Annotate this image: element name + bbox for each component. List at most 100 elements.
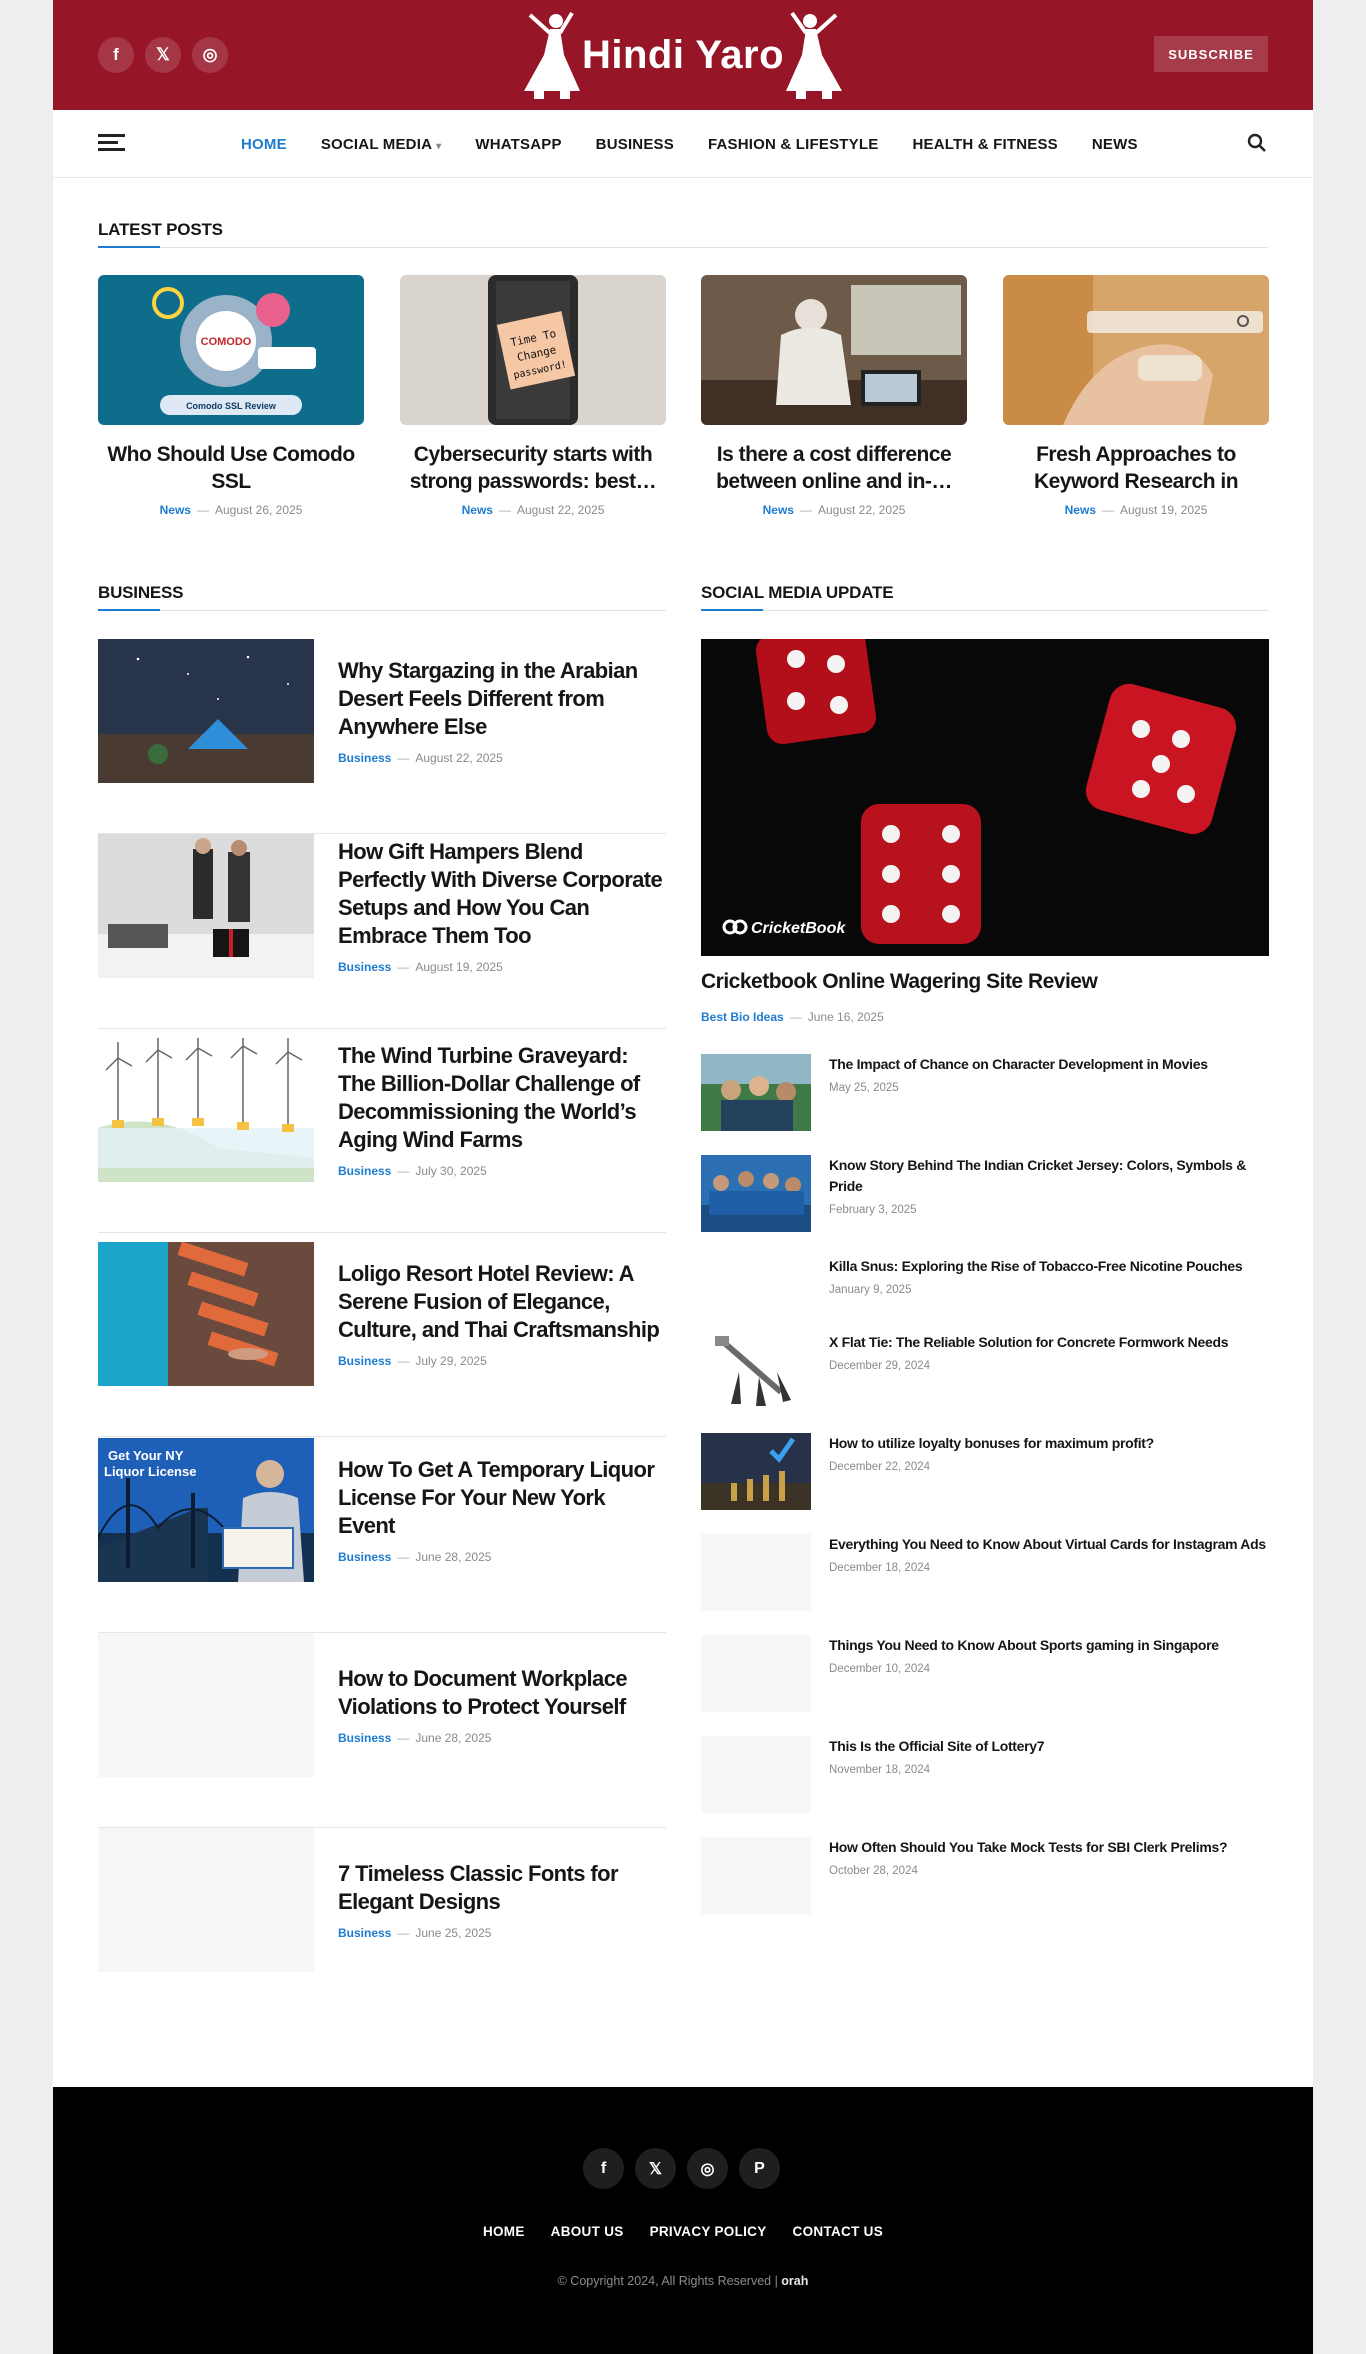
- post-title[interactable]: Loligo Resort Hotel Review: A Serene Fus…: [338, 1260, 666, 1344]
- site-footer: f 𝕏 ◎ P HOME ABOUT US PRIVACY POLICY CON…: [53, 2087, 1313, 2354]
- pinterest-icon[interactable]: P: [739, 2148, 780, 2189]
- subscribe-button[interactable]: SUBSCRIBE: [1154, 36, 1268, 72]
- post-title[interactable]: X Flat Tie: The Reliable Solution for Co…: [829, 1332, 1269, 1353]
- post-category[interactable]: Business: [338, 1164, 391, 1178]
- post-title[interactable]: How Often Should You Take Mock Tests for…: [829, 1837, 1269, 1858]
- post-title[interactable]: The Wind Turbine Graveyard: The Billion-…: [338, 1042, 666, 1154]
- post-thumbnail[interactable]: [701, 1736, 811, 1813]
- post-thumbnail[interactable]: [98, 1242, 314, 1386]
- post-title[interactable]: Everything You Need to Know About Virtua…: [829, 1534, 1269, 1555]
- post-thumbnail[interactable]: [98, 834, 314, 978]
- footer-link-privacy[interactable]: PRIVACY POLICY: [650, 2224, 767, 2239]
- post-thumbnail[interactable]: Get Your NY Liquor License: [98, 1438, 314, 1582]
- latest-post-card[interactable]: Is there a cost difference between onlin…: [701, 275, 967, 517]
- post-thumbnail[interactable]: [701, 1433, 811, 1510]
- x-icon[interactable]: 𝕏: [145, 37, 181, 73]
- post-category[interactable]: News: [160, 503, 191, 517]
- post-title[interactable]: Is there a cost difference between onlin…: [701, 441, 967, 495]
- business-post[interactable]: How Gift Hampers Blend Perfectly With Di…: [98, 834, 666, 1029]
- post-title[interactable]: Fresh Approaches to Keyword Research in …: [1003, 441, 1269, 495]
- post-title[interactable]: Killa Snus: Exploring the Rise of Tobacc…: [829, 1256, 1269, 1277]
- post-category[interactable]: Best Bio Ideas: [701, 1010, 784, 1024]
- post-thumbnail[interactable]: [701, 275, 967, 425]
- post-category[interactable]: Business: [338, 751, 391, 765]
- facebook-icon[interactable]: f: [98, 37, 134, 73]
- post-thumbnail[interactable]: [98, 1038, 314, 1182]
- post-title[interactable]: 7 Timeless Classic Fonts for Elegant Des…: [338, 1860, 666, 1916]
- post-title[interactable]: Why Stargazing in the Arabian Desert Fee…: [338, 657, 666, 741]
- business-post[interactable]: The Wind Turbine Graveyard: The Billion-…: [98, 1038, 666, 1233]
- business-post[interactable]: Loligo Resort Hotel Review: A Serene Fus…: [98, 1242, 666, 1437]
- featured-post-title[interactable]: Cricketbook Online Wagering Site Review: [701, 970, 1098, 994]
- post-thumbnail[interactable]: COMODO Comodo SSL Review: [98, 275, 364, 425]
- social-post[interactable]: This Is the Official Site of Lottery7 No…: [701, 1736, 1269, 1816]
- social-post[interactable]: X Flat Tie: The Reliable Solution for Co…: [701, 1332, 1269, 1412]
- social-post[interactable]: Know Story Behind The Indian Cricket Jer…: [701, 1155, 1269, 1235]
- post-date: November 18, 2024: [829, 1764, 931, 1776]
- post-category[interactable]: Business: [338, 1550, 391, 1564]
- post-category[interactable]: Business: [338, 1926, 391, 1940]
- business-post[interactable]: Get Your NY Liquor License How To Get A …: [98, 1438, 666, 1633]
- post-title[interactable]: How To Get A Temporary Liquor License Fo…: [338, 1456, 666, 1540]
- post-thumbnail[interactable]: [701, 1054, 811, 1131]
- post-title[interactable]: Cybersecurity starts with strong passwor…: [400, 441, 666, 495]
- post-category[interactable]: Business: [338, 1354, 391, 1368]
- social-post[interactable]: The Impact of Chance on Character Develo…: [701, 1054, 1269, 1134]
- post-title[interactable]: Things You Need to Know About Sports gam…: [829, 1635, 1269, 1656]
- post-thumbnail[interactable]: [98, 639, 314, 783]
- post-thumbnail[interactable]: [701, 1635, 811, 1712]
- facebook-icon[interactable]: f: [583, 2148, 624, 2189]
- latest-post-card[interactable]: Time To Change password! Cybersecurity s…: [400, 275, 666, 517]
- post-thumbnail[interactable]: Time To Change password!: [400, 275, 666, 425]
- post-thumbnail[interactable]: [701, 1534, 811, 1611]
- post-thumbnail[interactable]: [701, 1155, 811, 1232]
- post-thumbnail[interactable]: [701, 1256, 811, 1333]
- social-post[interactable]: How to utilize loyalty bonuses for maxim…: [701, 1433, 1269, 1513]
- instagram-icon[interactable]: ◎: [192, 37, 228, 73]
- nav-business[interactable]: BUSINESS: [596, 136, 674, 153]
- post-title[interactable]: How Gift Hampers Blend Perfectly With Di…: [338, 838, 666, 950]
- nav-home[interactable]: HOME: [241, 136, 287, 153]
- nav-fashion-lifestyle[interactable]: FASHION & LIFESTYLE: [708, 136, 878, 153]
- post-meta: Business — June 28, 2025: [338, 1731, 492, 1745]
- copyright-brand[interactable]: orah: [781, 2274, 808, 2288]
- menu-icon[interactable]: [98, 134, 125, 152]
- post-category[interactable]: News: [1065, 503, 1096, 517]
- nav-health-fitness[interactable]: HEALTH & FITNESS: [912, 136, 1057, 153]
- nav-social-media[interactable]: SOCIAL MEDIA ▾: [321, 136, 442, 153]
- post-category[interactable]: Business: [338, 1731, 391, 1745]
- business-post[interactable]: How to Document Workplace Violations to …: [98, 1633, 666, 1828]
- nav-whatsapp[interactable]: WHATSAPP: [475, 136, 561, 153]
- post-category[interactable]: News: [763, 503, 794, 517]
- post-thumbnail[interactable]: [98, 1633, 314, 1777]
- social-post[interactable]: Killa Snus: Exploring the Rise of Tobacc…: [701, 1256, 1269, 1336]
- site-logo[interactable]: Hindi Yaro: [503, 8, 863, 102]
- social-post[interactable]: How Often Should You Take Mock Tests for…: [701, 1837, 1269, 1917]
- post-thumbnail[interactable]: [98, 1828, 314, 1972]
- post-title[interactable]: Know Story Behind The Indian Cricket Jer…: [829, 1155, 1269, 1197]
- post-category[interactable]: News: [462, 503, 493, 517]
- instagram-icon[interactable]: ◎: [687, 2148, 728, 2189]
- post-thumbnail[interactable]: [701, 1837, 811, 1914]
- footer-link-contact[interactable]: CONTACT US: [793, 2224, 884, 2239]
- footer-link-home[interactable]: HOME: [483, 2224, 525, 2239]
- business-post[interactable]: 7 Timeless Classic Fonts for Elegant Des…: [98, 1828, 666, 2023]
- latest-post-card[interactable]: Fresh Approaches to Keyword Research in …: [1003, 275, 1269, 517]
- nav-news[interactable]: NEWS: [1092, 136, 1138, 153]
- post-title[interactable]: How to utilize loyalty bonuses for maxim…: [829, 1433, 1269, 1454]
- latest-post-card[interactable]: COMODO Comodo SSL Review Who Should Use …: [98, 275, 364, 517]
- featured-thumbnail[interactable]: CricketBook: [701, 639, 1269, 956]
- post-title[interactable]: Who Should Use Comodo SSL: [98, 441, 364, 495]
- post-thumbnail[interactable]: [1003, 275, 1269, 425]
- post-title[interactable]: This Is the Official Site of Lottery7: [829, 1736, 1269, 1757]
- social-post[interactable]: Everything You Need to Know About Virtua…: [701, 1534, 1269, 1614]
- footer-link-about[interactable]: ABOUT US: [551, 2224, 624, 2239]
- social-post[interactable]: Things You Need to Know About Sports gam…: [701, 1635, 1269, 1715]
- business-post[interactable]: Why Stargazing in the Arabian Desert Fee…: [98, 639, 666, 834]
- post-title[interactable]: How to Document Workplace Violations to …: [338, 1665, 666, 1721]
- post-thumbnail[interactable]: [701, 1332, 811, 1409]
- post-title[interactable]: The Impact of Chance on Character Develo…: [829, 1054, 1269, 1075]
- search-icon[interactable]: [1246, 132, 1268, 154]
- post-category[interactable]: Business: [338, 960, 391, 974]
- x-icon[interactable]: 𝕏: [635, 2148, 676, 2189]
